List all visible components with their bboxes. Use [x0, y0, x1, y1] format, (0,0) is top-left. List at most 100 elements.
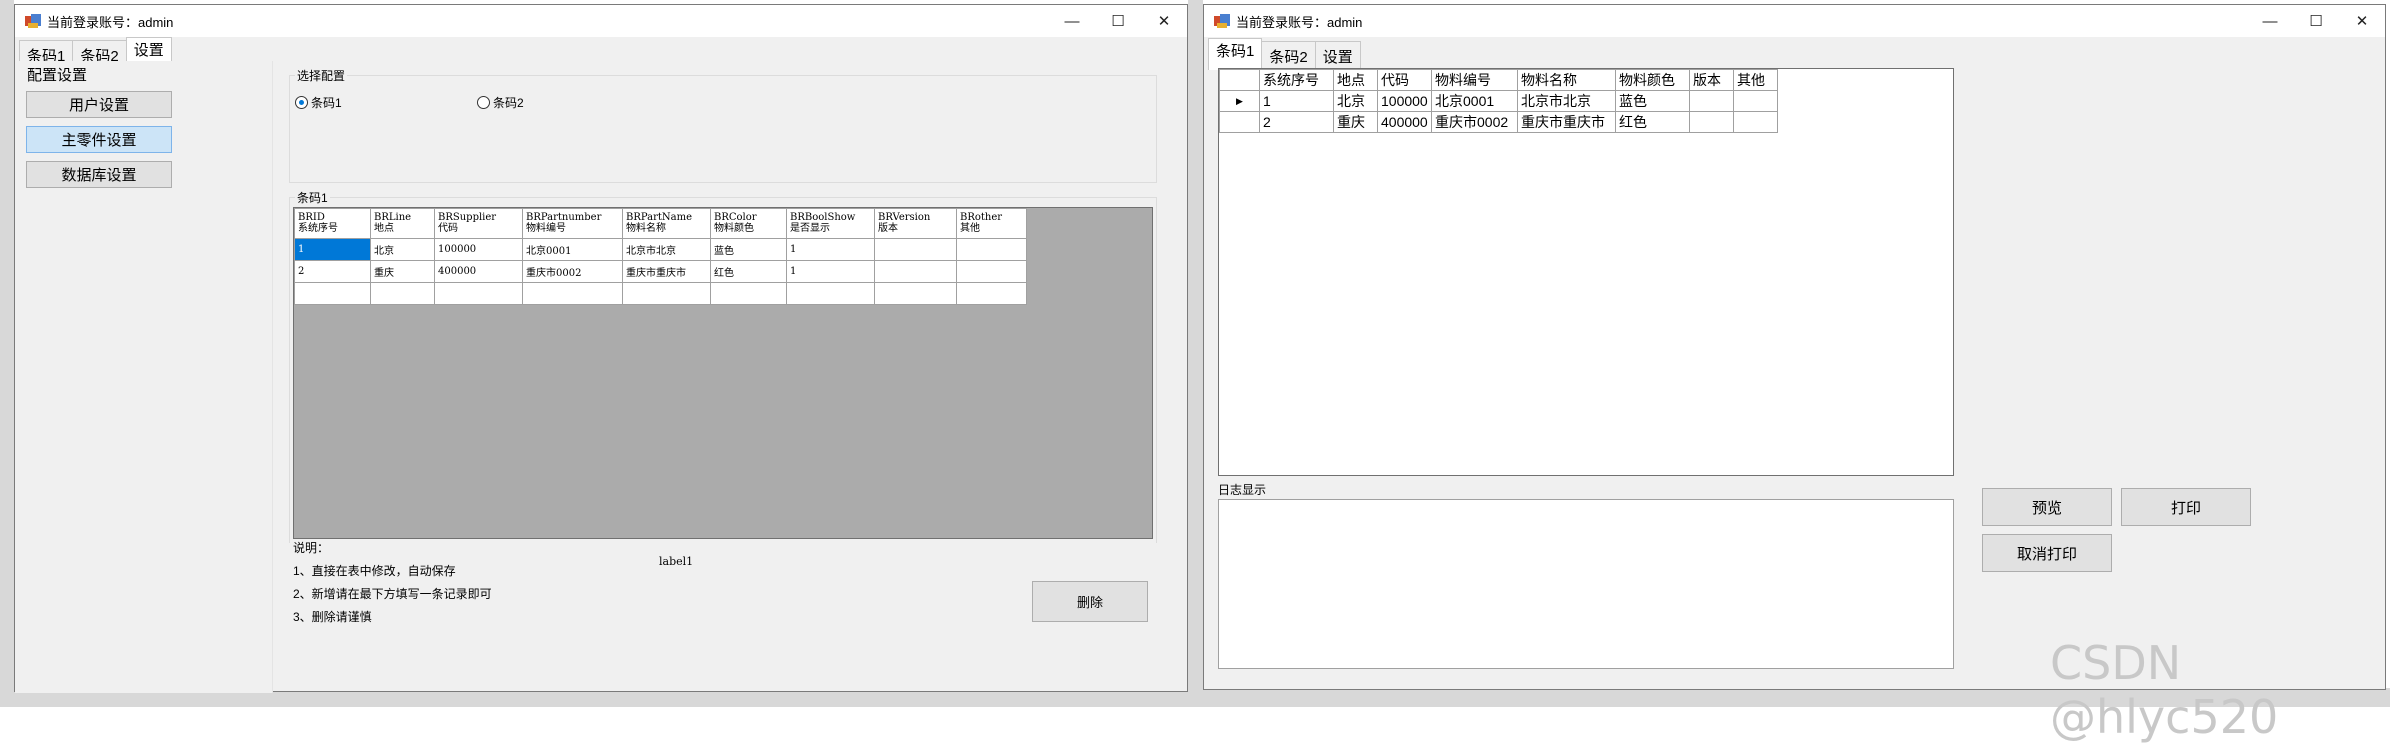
minimize-icon[interactable]: —: [2247, 5, 2293, 37]
column-header[interactable]: BRID 系统序号: [294, 208, 371, 239]
table-cell[interactable]: 1: [1259, 90, 1334, 112]
main-part-settings-button[interactable]: 主零件设置: [26, 126, 172, 153]
titlebar: 当前登录账号：admin — ☐ ✕: [15, 5, 1187, 37]
table-row[interactable]: 2 重庆 400000 重庆市0002 重庆市重庆市 红色: [1219, 111, 1778, 133]
log-textbox[interactable]: [1218, 499, 1954, 669]
preview-button[interactable]: 预览: [1982, 488, 2112, 526]
table-cell[interactable]: 蓝色: [1615, 90, 1690, 112]
table-cell[interactable]: [874, 260, 957, 283]
maximize-icon[interactable]: ☐: [1095, 5, 1141, 37]
tab-barcode1[interactable]: 条码1: [1208, 38, 1263, 70]
current-row-arrow-icon[interactable]: ▶: [1219, 90, 1260, 112]
table-cell[interactable]: 2: [294, 260, 371, 283]
column-caption: 物料编号: [526, 223, 566, 234]
table-cell[interactable]: 北京0001: [522, 238, 623, 261]
table-cell[interactable]: [370, 282, 435, 305]
app-icon-2: [1214, 13, 1230, 29]
column-header[interactable]: BRColor 物料颜色: [710, 208, 787, 239]
minimize-icon[interactable]: —: [1049, 5, 1095, 37]
table-cell[interactable]: 1: [294, 238, 371, 261]
table-cell[interactable]: [956, 282, 1027, 305]
column-header[interactable]: BRLine 地点: [370, 208, 435, 239]
column-header[interactable]: 物料编号: [1431, 69, 1518, 91]
table-cell[interactable]: 红色: [1615, 111, 1690, 133]
table-cell[interactable]: [956, 260, 1027, 283]
column-header[interactable]: 物料名称: [1517, 69, 1616, 91]
table-cell[interactable]: [622, 282, 711, 305]
column-header[interactable]: BRVersion 版本: [874, 208, 957, 239]
column-caption: 系统序号: [298, 223, 338, 234]
table-cell[interactable]: 400000: [434, 260, 523, 283]
watermark: CSDN @hlyc520: [2050, 636, 2279, 744]
table-cell[interactable]: [874, 238, 957, 261]
table-cell[interactable]: 1: [786, 238, 875, 261]
row-header[interactable]: [1219, 111, 1260, 133]
column-header[interactable]: 代码: [1377, 69, 1432, 91]
maximize-icon[interactable]: ☐: [2293, 5, 2339, 37]
print-button[interactable]: 打印: [2121, 488, 2251, 526]
table-cell[interactable]: [1689, 90, 1734, 112]
table-cell[interactable]: 重庆: [370, 260, 435, 283]
column-header[interactable]: BRSupplier 代码: [434, 208, 523, 239]
column-header[interactable]: 物料颜色: [1615, 69, 1690, 91]
column-caption: 物料名称: [626, 223, 666, 234]
barcode-grid[interactable]: BRID 系统序号 BRLine 地点 BRSupplier 代码 BRPartnumber…: [293, 207, 1153, 539]
table-cell[interactable]: 红色: [710, 260, 787, 283]
column-header[interactable]: BRBoolShow 是否显示: [786, 208, 875, 239]
table-cell[interactable]: 重庆市重庆市: [622, 260, 711, 283]
table-cell[interactable]: 北京: [1333, 90, 1378, 112]
table-cell[interactable]: 2: [1259, 111, 1334, 133]
table-cell[interactable]: [1733, 111, 1778, 133]
radio-unchecked-icon[interactable]: [477, 96, 490, 109]
table-cell[interactable]: [1733, 90, 1778, 112]
table-cell[interactable]: [786, 282, 875, 305]
table-cell[interactable]: 重庆市0002: [1431, 111, 1518, 133]
table-row[interactable]: ▶ 1 北京 100000 北京0001 北京市北京 蓝色: [1219, 90, 1778, 112]
window-title: 当前登录账号：admin: [47, 14, 174, 30]
column-header[interactable]: BRPartName 物料名称: [622, 208, 711, 239]
table-cell[interactable]: [294, 282, 371, 305]
close-icon[interactable]: ✕: [1141, 5, 1187, 37]
select-config-label: 选择配置: [295, 67, 348, 84]
column-header[interactable]: 系统序号: [1259, 69, 1334, 91]
tab-barcode2[interactable]: 条码2: [1261, 41, 1316, 70]
table-cell[interactable]: 蓝色: [710, 238, 787, 261]
table-cell[interactable]: 100000: [434, 238, 523, 261]
radio-barcode2[interactable]: 条码2: [477, 94, 524, 111]
table-cell[interactable]: [956, 238, 1027, 261]
radio-barcode1[interactable]: 条码1: [295, 94, 342, 111]
column-header[interactable]: 版本: [1689, 69, 1734, 91]
tab-settings[interactable]: 设置: [1314, 41, 1361, 70]
cancel-print-button[interactable]: 取消打印: [1982, 534, 2112, 572]
table-row[interactable]: [294, 282, 1027, 305]
column-header[interactable]: 其他: [1733, 69, 1778, 91]
radio-checked-icon[interactable]: [295, 96, 308, 109]
table-cell[interactable]: 1: [786, 260, 875, 283]
table-cell[interactable]: 北京: [370, 238, 435, 261]
table-cell[interactable]: [710, 282, 787, 305]
database-settings-button[interactable]: 数据库设置: [26, 161, 172, 188]
table-cell[interactable]: [1689, 111, 1734, 133]
table-cell[interactable]: 北京市北京: [622, 238, 711, 261]
close-icon[interactable]: ✕: [2339, 5, 2385, 37]
table-cell[interactable]: [522, 282, 623, 305]
user-settings-button[interactable]: 用户设置: [26, 91, 172, 118]
table-row[interactable]: 1 北京 100000 北京0001 北京市北京 蓝色 1: [294, 238, 1027, 261]
table-cell[interactable]: 北京市北京: [1517, 90, 1616, 112]
table-cell[interactable]: 重庆市0002: [522, 260, 623, 283]
table-cell[interactable]: 400000: [1377, 111, 1432, 133]
column-header[interactable]: 地点: [1333, 69, 1378, 91]
column-header[interactable]: BRother 其他: [956, 208, 1027, 239]
table-cell[interactable]: [434, 282, 523, 305]
window-title-2: 当前登录账号：admin: [1236, 14, 1363, 30]
delete-button[interactable]: 删除: [1032, 581, 1148, 622]
column-header[interactable]: BRPartnumber 物料编号: [522, 208, 623, 239]
table-cell[interactable]: 重庆市重庆市: [1517, 111, 1616, 133]
barcode-grid-2[interactable]: 系统序号 地点 代码 物料编号 物料名称 物料颜色 版本 其他 ▶ 1 北京 100000 北京000…: [1218, 68, 1954, 476]
table-row[interactable]: 2 重庆 400000 重庆市0002 重庆市重庆市 红色 1: [294, 260, 1027, 283]
table-cell[interactable]: 重庆: [1333, 111, 1378, 133]
column-caption: 是否显示: [790, 223, 830, 234]
table-cell[interactable]: 100000: [1377, 90, 1432, 112]
table-cell[interactable]: [874, 282, 957, 305]
table-cell[interactable]: 北京0001: [1431, 90, 1518, 112]
